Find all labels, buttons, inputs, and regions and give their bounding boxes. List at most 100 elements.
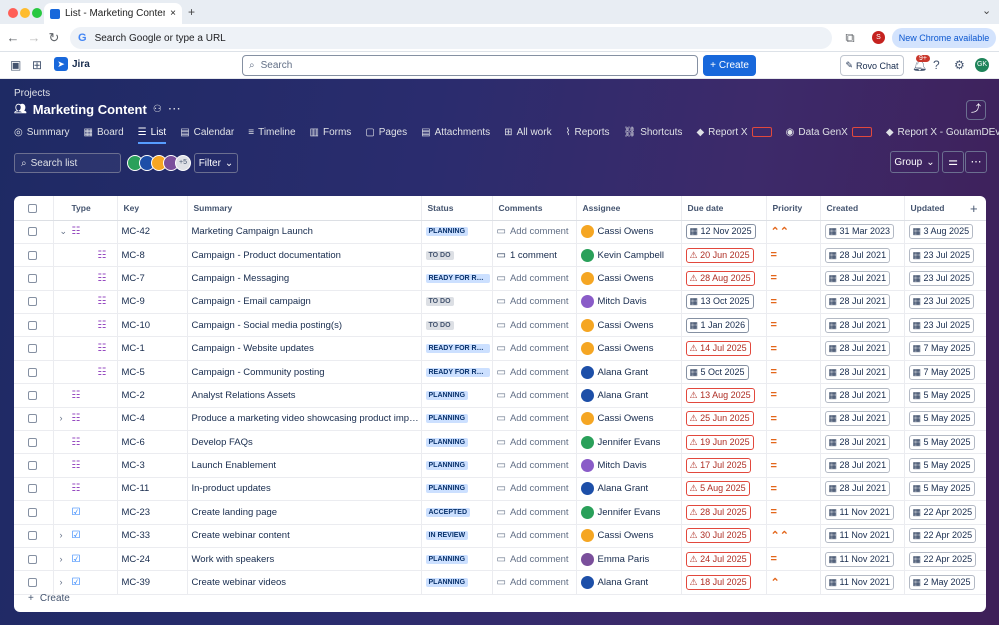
tab-board[interactable]: ▦ Board: [84, 124, 124, 140]
key-cell[interactable]: MC-8: [117, 243, 188, 268]
assignee-cell[interactable]: Jennifer Evans: [576, 430, 682, 455]
key-cell[interactable]: MC-39: [117, 570, 188, 595]
row-checkbox[interactable]: [28, 390, 37, 400]
assignee-cell[interactable]: Jennifer Evans: [576, 500, 682, 525]
status-badge[interactable]: ACCEPTED: [425, 507, 471, 517]
summary-cell[interactable]: Create landing page: [187, 500, 422, 525]
table-row[interactable]: › ☑ MC-24 Work with speakers PLANNING ▭ Add co…: [14, 547, 986, 572]
row-checkbox-cell[interactable]: [14, 570, 54, 595]
status-badge[interactable]: PLANNING: [425, 554, 469, 564]
tab-data-genx[interactable]: ◉ Data GenX: [786, 124, 872, 140]
status-badge[interactable]: TO DO: [425, 320, 454, 330]
view-settings-icon[interactable]: ⚌: [942, 151, 964, 173]
priority-cell[interactable]: =: [766, 313, 821, 338]
due-date-badge[interactable]: ⚠ 28 Jul 2025: [685, 504, 751, 520]
status-badge[interactable]: IN REVIEW: [425, 531, 469, 541]
comment-text[interactable]: Add comment: [510, 367, 569, 378]
sidebar-toggle-icon[interactable]: ▣: [10, 58, 21, 72]
due-date-badge[interactable]: ⚠ 5 Aug 2025: [685, 481, 750, 497]
status-cell[interactable]: PLANNING: [421, 407, 493, 432]
priority-cell[interactable]: =: [766, 383, 821, 408]
comments-cell[interactable]: ▭ Add comment: [492, 477, 577, 502]
help-icon[interactable]: ?: [933, 58, 940, 72]
row-checkbox-cell[interactable]: [14, 243, 54, 268]
key-cell[interactable]: MC-1: [117, 336, 188, 361]
comments-cell[interactable]: ▭ Add comment: [492, 360, 577, 385]
status-badge[interactable]: PLANNING: [425, 484, 469, 494]
search-list-input[interactable]: ⌕ Search list: [14, 153, 121, 173]
browser-tab[interactable]: List - Marketing Content - Jira ×: [44, 3, 182, 24]
row-checkbox[interactable]: [28, 461, 37, 471]
comments-cell[interactable]: ▭ Add comment: [492, 266, 577, 291]
summary-cell[interactable]: In-product updates: [187, 477, 422, 502]
more-actions-icon[interactable]: ⋯: [965, 151, 987, 173]
status-badge[interactable]: TO DO: [425, 250, 454, 260]
status-badge[interactable]: READY FOR REVIEW: [425, 273, 490, 283]
due-date-badge[interactable]: ▦ 13 Oct 2025: [685, 294, 754, 310]
comment-text[interactable]: Add comment: [510, 507, 569, 518]
summary-cell[interactable]: Create webinar videos: [187, 570, 422, 595]
team-icon[interactable]: ⚇: [153, 104, 162, 115]
status-badge[interactable]: TO DO: [425, 297, 454, 307]
summary-cell[interactable]: Create webinar content: [187, 524, 422, 548]
status-cell[interactable]: IN REVIEW: [421, 524, 493, 548]
settings-gear-icon[interactable]: ⚙: [954, 58, 965, 72]
due-date-cell[interactable]: ▦ 13 Oct 2025: [681, 290, 767, 315]
assignee-cell[interactable]: Cassi Owens: [576, 266, 682, 291]
comment-text[interactable]: Add comment: [510, 460, 569, 471]
key-cell[interactable]: MC-7: [117, 266, 188, 291]
row-checkbox[interactable]: [28, 250, 37, 260]
comment-text[interactable]: Add comment: [510, 390, 569, 401]
due-date-cell[interactable]: ⚠ 14 Jul 2025: [681, 336, 767, 361]
tab-shortcuts[interactable]: ⛓ Shortcuts: [623, 124, 682, 140]
summary-cell[interactable]: Analyst Relations Assets: [187, 383, 422, 408]
comment-text[interactable]: Add comment: [510, 554, 569, 565]
column-header-key[interactable]: Key: [117, 196, 188, 221]
status-badge[interactable]: PLANNING: [425, 414, 469, 424]
key-cell[interactable]: MC-2: [117, 383, 188, 408]
filter-button[interactable]: Filter ⌄: [194, 153, 238, 173]
comment-text[interactable]: Add comment: [510, 530, 569, 541]
comments-cell[interactable]: ▭ Add comment: [492, 220, 577, 244]
assignee-cell[interactable]: Cassi Owens: [576, 524, 682, 548]
share-icon[interactable]: ⤴: [966, 100, 986, 120]
new-chrome-available-button[interactable]: New Chrome available: [892, 28, 996, 48]
due-date-badge[interactable]: ⚠ 24 Jul 2025: [685, 551, 751, 567]
key-cell[interactable]: MC-11: [117, 477, 188, 502]
status-cell[interactable]: TO DO: [421, 290, 493, 315]
table-row[interactable]: ☷ MC-10 Campaign - Social media posting(s)…: [14, 313, 986, 338]
priority-cell[interactable]: =: [766, 360, 821, 385]
summary-cell[interactable]: Work with speakers: [187, 547, 422, 572]
assignee-cell[interactable]: Alana Grant: [576, 477, 682, 502]
expand-chevron-icon[interactable]: ⌄: [60, 226, 72, 237]
comments-cell[interactable]: ▭ Add comment: [492, 570, 577, 595]
key-cell[interactable]: MC-3: [117, 453, 188, 478]
breadcrumb[interactable]: Projects: [14, 88, 50, 99]
assignee-cell[interactable]: Mitch Davis: [576, 453, 682, 478]
assignee-cell[interactable]: Emma Paris: [576, 547, 682, 572]
row-checkbox[interactable]: [28, 344, 37, 354]
due-date-cell[interactable]: ⚠ 28 Aug 2025: [681, 266, 767, 291]
tab-search-chevron-icon[interactable]: ⌄: [982, 4, 991, 17]
table-row[interactable]: ☷ MC-8 Campaign - Product documentation TO …: [14, 243, 986, 268]
status-cell[interactable]: PLANNING: [421, 477, 493, 502]
summary-cell[interactable]: Campaign - Website updates: [187, 336, 422, 361]
tab-calendar[interactable]: ▤ Calendar: [180, 124, 234, 140]
row-checkbox[interactable]: [28, 554, 37, 564]
due-date-cell[interactable]: ⚠ 18 Jul 2025: [681, 570, 767, 595]
row-checkbox-cell[interactable]: [14, 524, 54, 548]
comments-cell[interactable]: ▭ Add comment: [492, 524, 577, 548]
extensions-icon[interactable]: ⧉: [842, 30, 858, 46]
row-checkbox[interactable]: [28, 531, 37, 541]
column-header-due-date[interactable]: Due date: [681, 196, 767, 221]
due-date-badge[interactable]: ⚠ 13 Aug 2025: [685, 387, 755, 403]
table-row[interactable]: ☷ MC-5 Campaign - Community posting READY F…: [14, 360, 986, 385]
row-checkbox[interactable]: [28, 484, 37, 494]
column-header-type[interactable]: Type: [53, 196, 118, 221]
table-row[interactable]: ☷ MC-6 Develop FAQs PLANNING ▭ Add comment Jen…: [14, 430, 986, 455]
create-work-item-button[interactable]: + Create: [28, 593, 70, 604]
status-cell[interactable]: PLANNING: [421, 383, 493, 408]
status-badge[interactable]: READY FOR REVIEW: [425, 367, 490, 377]
key-cell[interactable]: MC-5: [117, 360, 188, 385]
minimize-window-button[interactable]: [20, 8, 30, 18]
